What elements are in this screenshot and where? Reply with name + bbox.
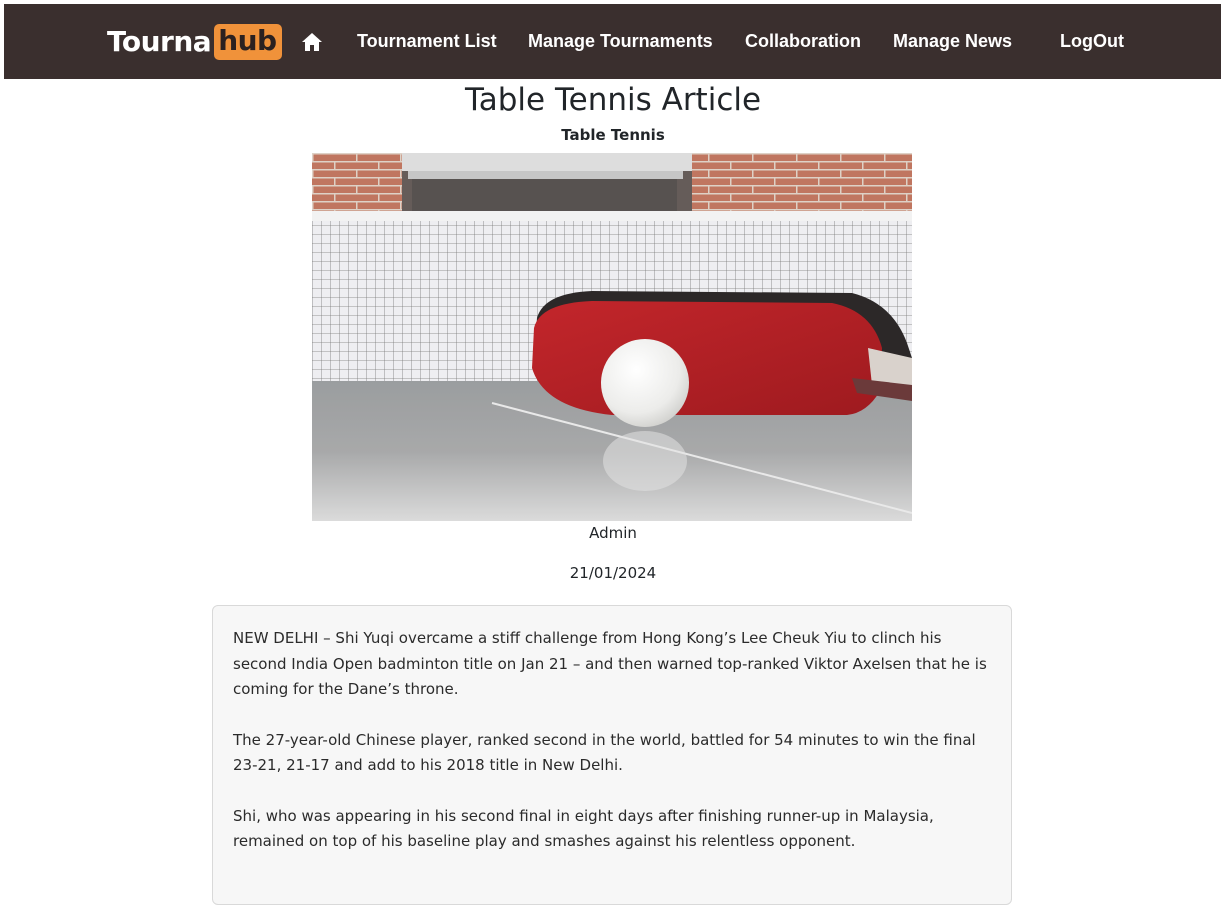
top-navbar: Tourna hub Tournament List Manage Tourna… [4, 4, 1221, 79]
nav-logout[interactable]: LogOut [1060, 30, 1124, 52]
nav-manage-tournaments[interactable]: Manage Tournaments [528, 30, 713, 52]
home-icon[interactable] [301, 31, 323, 53]
article-date: 21/01/2024 [569, 564, 657, 582]
article-paragraph: NEW DELHI – Shi Yuqi overcame a stiff ch… [233, 629, 987, 698]
article-paragraph: The 27-year-old Chinese player, ranked s… [233, 730, 976, 775]
article-category: Table Tennis [561, 126, 665, 144]
article-author: Admin [589, 524, 637, 542]
article-image [312, 153, 912, 521]
brand-logo-text: Tourna [107, 25, 212, 58]
nav-tournament-list[interactable]: Tournament List [357, 30, 497, 52]
nav-collaboration[interactable]: Collaboration [745, 30, 861, 52]
nav-manage-news[interactable]: Manage News [893, 30, 1012, 52]
article-title: Table Tennis Article [464, 82, 762, 118]
brand-logo[interactable]: Tourna hub [107, 24, 282, 60]
article-paragraph: Shi, who was appearing in his second fin… [233, 806, 934, 851]
brand-logo-badge: hub [214, 24, 282, 60]
article-body: NEW DELHI – Shi Yuqi overcame a stiff ch… [212, 605, 1012, 905]
